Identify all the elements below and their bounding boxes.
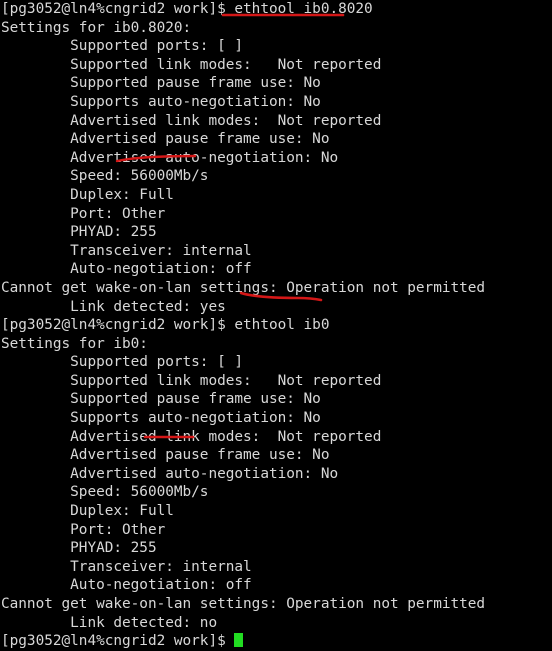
terminal-line: PHYAD: 255 bbox=[1, 224, 157, 241]
terminal-line: Advertised pause frame use: No bbox=[1, 447, 330, 464]
terminal-line: Cannot get wake-on-lan settings: Operati… bbox=[1, 279, 486, 296]
terminal-line: PHYAD: 255 bbox=[1, 540, 157, 557]
terminal-line: Supports auto-negotiation: No bbox=[1, 93, 321, 110]
terminal-line: Supported ports: [ ] bbox=[1, 38, 244, 55]
prompt-text: [pg3052@ln4%cngrid2 work]$ bbox=[1, 633, 235, 650]
terminal-line: [pg3052@ln4%cngrid2 work]$ ethtool ib0.8… bbox=[1, 1, 373, 17]
terminal-line: Port: Other bbox=[1, 205, 166, 222]
terminal-line: Supported link modes: Not reported bbox=[1, 56, 382, 73]
terminal-line: Supported pause frame use: No bbox=[1, 75, 321, 92]
terminal-line: Settings for ib0.8020: bbox=[1, 19, 192, 36]
terminal-line: Duplex: Full bbox=[1, 186, 174, 203]
terminal-window[interactable]: [pg3052@ln4%cngrid2 work]$ ethtool ib0.8… bbox=[0, 0, 552, 649]
terminal-line: Transceiver: internal bbox=[1, 558, 252, 575]
terminal-line: Transceiver: internal bbox=[1, 242, 252, 259]
terminal-line: [pg3052@ln4%cngrid2 work]$ ethtool ib0 bbox=[1, 317, 330, 334]
terminal-line: Advertised link modes: Not reported bbox=[1, 428, 382, 445]
terminal-prompt-line[interactable]: [pg3052@ln4%cngrid2 work]$ bbox=[1, 632, 552, 651]
terminal-line: Port: Other bbox=[1, 521, 166, 538]
terminal-line: Supported pause frame use: No bbox=[1, 391, 321, 408]
terminal-line: Duplex: Full bbox=[1, 503, 174, 520]
terminal-line: Advertised auto-negotiation: No bbox=[1, 149, 339, 166]
terminal-line: Advertised pause frame use: No bbox=[1, 131, 330, 148]
terminal-line: Speed: 56000Mb/s bbox=[1, 484, 209, 501]
terminal-line: Supported link modes: Not reported bbox=[1, 372, 382, 389]
terminal-line: Auto-negotiation: off bbox=[1, 577, 252, 594]
terminal-line: Supports auto-negotiation: No bbox=[1, 410, 321, 427]
terminal-line: Settings for ib0: bbox=[1, 335, 148, 352]
terminal-line: Advertised link modes: Not reported bbox=[1, 112, 382, 129]
terminal-line: Speed: 56000Mb/s bbox=[1, 168, 209, 185]
text-cursor bbox=[234, 633, 244, 648]
terminal-line: Cannot get wake-on-lan settings: Operati… bbox=[1, 596, 486, 612]
terminal-line: Link detected: no bbox=[1, 614, 218, 631]
terminal-screen[interactable]: [pg3052@ln4%cngrid2 work]$ ethtool ib0.8… bbox=[1, 0, 552, 651]
terminal-line: Link detected: yes bbox=[1, 298, 226, 315]
terminal-line: Supported ports: [ ] bbox=[1, 354, 244, 371]
terminal-line: Advertised auto-negotiation: No bbox=[1, 465, 339, 482]
terminal-line: Auto-negotiation: off bbox=[1, 261, 252, 278]
